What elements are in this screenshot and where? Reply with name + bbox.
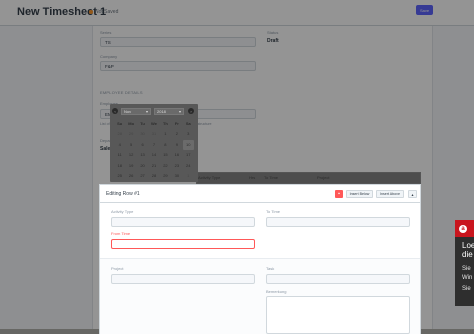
calendar-day[interactable]: 9 [171, 140, 182, 151]
calendar-day[interactable]: 26 [125, 171, 136, 182]
calendar-day[interactable]: 19 [125, 161, 136, 172]
editing-row-panel: Editing Row #1 ▪ Insert Below Insert Abo… [99, 184, 421, 334]
year-select[interactable]: 2018 ▾ [154, 107, 184, 115]
task-input[interactable] [266, 274, 410, 284]
calendar-day[interactable]: 20 [137, 161, 148, 172]
year-value: 2018 [157, 108, 166, 114]
notification-header: a [455, 220, 474, 237]
calendar-day[interactable]: 24 [183, 161, 194, 172]
calendar-day[interactable]: 30 [171, 171, 182, 182]
calendar-day[interactable]: 21 [148, 161, 159, 172]
day-of-week: Tu [140, 121, 145, 126]
delete-row-button[interactable]: ▪ [335, 190, 343, 198]
project-section: Project Task Bemerkung [100, 258, 420, 334]
task-label: Task [266, 266, 275, 271]
activity-type-input[interactable] [111, 217, 255, 227]
notification-line-2: Win [462, 275, 473, 281]
calendar-day[interactable]: 4 [114, 140, 125, 151]
calendar-day[interactable]: 3 [183, 129, 194, 140]
editing-row-header: Editing Row #1 ▪ Insert Below Insert Abo… [100, 185, 420, 203]
to-time-input[interactable] [266, 217, 410, 227]
notification-heading: Loe die [462, 241, 474, 259]
calendar-day[interactable]: 6 [137, 140, 148, 151]
calendar-day[interactable]: 27 [137, 171, 148, 182]
calendar-day[interactable]: 1 [160, 129, 171, 140]
chevron-down-icon: ▾ [145, 108, 148, 114]
comment-textarea[interactable] [266, 296, 410, 334]
project-input[interactable] [111, 274, 255, 284]
notification-line-1: Sie [462, 266, 471, 272]
comment-label: Bemerkung [266, 289, 287, 294]
day-of-week: Su [117, 121, 123, 126]
calendar-day[interactable]: 28 [114, 129, 125, 140]
activity-type-label: Activity Type [111, 209, 134, 214]
calendar-day[interactable]: 5 [125, 140, 136, 151]
chevron-up-icon: ▴ [411, 191, 414, 197]
calendar-day[interactable]: 1 [183, 171, 194, 182]
day-of-week: Mo [128, 121, 135, 126]
calendar-day[interactable]: 17 [183, 150, 194, 161]
column-header-project: Project [317, 175, 330, 180]
insert-below-button[interactable]: Insert Below [346, 190, 373, 198]
day-of-week: Th [162, 121, 168, 126]
calendar-day[interactable]: 29 [160, 171, 171, 182]
calendar-day[interactable]: 13 [137, 150, 148, 161]
avira-logo-icon: a [459, 225, 467, 233]
insert-above-button[interactable]: Insert Above [376, 190, 404, 198]
chevron-down-icon: ▾ [178, 108, 181, 114]
prev-month-button[interactable]: ‹ [112, 108, 118, 114]
calendar-day[interactable]: 12 [125, 150, 136, 161]
from-time-input[interactable] [111, 239, 255, 249]
month-select[interactable]: Nov ▾ [121, 107, 151, 115]
calendar-day[interactable]: 22 [160, 161, 171, 172]
calendar-day[interactable]: 23 [171, 161, 182, 172]
calendar-day[interactable]: 18 [114, 161, 125, 172]
next-month-button[interactable]: › [188, 108, 194, 114]
calendar-day[interactable]: 11 [114, 150, 125, 161]
day-of-week: We [151, 121, 157, 126]
datepicker-header: ‹ Nov ▾ 2018 ▾ › [112, 106, 196, 116]
project-label: Project [111, 266, 124, 271]
datepicker-grid: Su Mo Tu We Th Fr Sa 28 29 30 31 1 2 3 4… [114, 119, 194, 192]
trash-icon: ▪ [338, 191, 340, 197]
column-header-to-time: To Time [264, 175, 279, 180]
calendar-day[interactable]: 7 [148, 140, 159, 151]
calendar-day[interactable]: 8 [160, 140, 171, 151]
datepicker: ‹ Nov ▾ 2018 ▾ › Su Mo Tu We Th Fr Sa 28… [110, 104, 198, 189]
day-of-week: Fr [174, 121, 179, 126]
day-of-week: Sa [185, 121, 191, 126]
calendar-day-selected[interactable]: 10 [182, 139, 194, 150]
editing-row-title: Editing Row #1 [106, 191, 140, 197]
month-value: Nov [124, 108, 132, 114]
calendar-day[interactable]: 31 [148, 129, 159, 140]
calendar-day[interactable]: 14 [148, 150, 159, 161]
timelogs-table-header [196, 172, 421, 184]
collapse-row-button[interactable]: ▴ [408, 190, 417, 198]
calendar-day[interactable]: 25 [114, 171, 125, 182]
calendar-day[interactable]: 2 [171, 129, 182, 140]
column-header-activity-type: Activity Type [198, 175, 221, 180]
calendar-day[interactable]: 28 [148, 171, 159, 182]
to-time-label: To Time [266, 209, 281, 214]
antivirus-notification[interactable]: a Loe die Sie Win Sie [455, 220, 474, 306]
calendar-day[interactable]: 15 [160, 150, 171, 161]
column-header-hrs: Hrs [249, 175, 256, 180]
from-time-label: From Time [111, 231, 131, 236]
calendar-day[interactable]: 16 [171, 150, 182, 161]
calendar-day[interactable]: 29 [125, 129, 136, 140]
notification-line-3: Sie [462, 286, 471, 292]
calendar-day[interactable]: 30 [137, 129, 148, 140]
